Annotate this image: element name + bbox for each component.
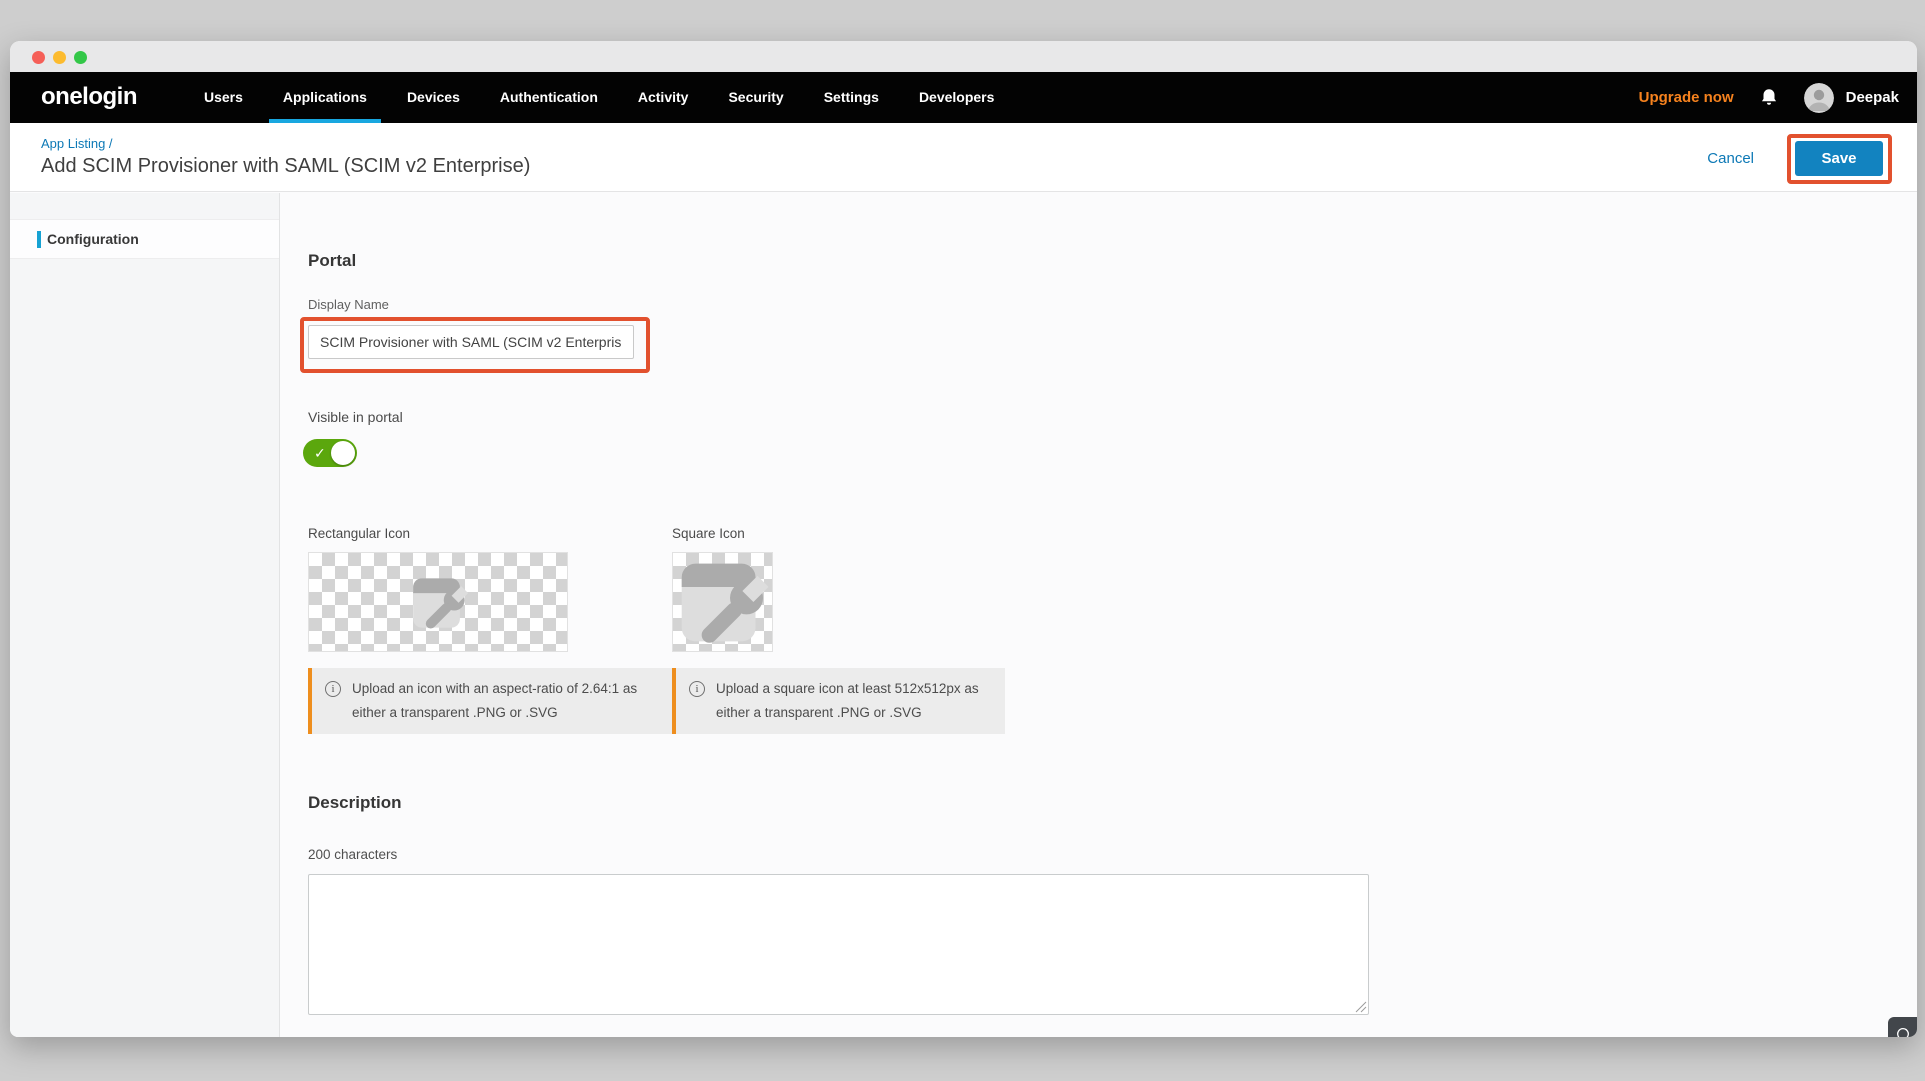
square-icon-hint: i Upload a square icon at least 512x512p…	[672, 668, 1005, 734]
upgrade-now-link[interactable]: Upgrade now	[1639, 89, 1734, 106]
rectangular-icon-label: Rectangular Icon	[308, 526, 410, 541]
close-icon[interactable]	[32, 51, 45, 64]
hint-text: Upload a square icon at least 512x512px …	[716, 677, 979, 725]
visible-in-portal-toggle[interactable]: ✓	[303, 439, 357, 467]
description-textarea[interactable]	[308, 874, 1369, 1015]
top-navbar: onelogin Users Applications Devices Auth…	[10, 72, 1917, 123]
maximize-icon[interactable]	[74, 51, 87, 64]
nav-item-devices[interactable]: Devices	[387, 72, 480, 123]
user-menu[interactable]: Deepak	[1804, 83, 1899, 113]
onelogin-logo[interactable]: onelogin	[41, 83, 137, 111]
square-icon-label: Square Icon	[672, 526, 745, 541]
avatar	[1804, 83, 1834, 113]
sidebar: Configuration	[10, 193, 280, 1037]
save-button[interactable]: Save	[1795, 141, 1883, 176]
info-icon: i	[689, 681, 705, 697]
navbar-right: Upgrade now Deepak	[1639, 72, 1899, 123]
nav-item-applications[interactable]: Applications	[263, 72, 387, 123]
lightbulb-icon	[1895, 1026, 1911, 1037]
nav-item-authentication[interactable]: Authentication	[480, 72, 618, 123]
page-header: App Listing / Add SCIM Provisioner with …	[10, 123, 1917, 192]
bell-icon[interactable]	[1758, 87, 1780, 109]
main-content: Portal Display Name Visible in portal ✓ …	[281, 193, 1917, 1037]
visible-in-portal-label: Visible in portal	[308, 409, 403, 425]
display-name-input[interactable]	[308, 325, 634, 359]
description-heading: Description	[308, 793, 402, 813]
portal-heading: Portal	[308, 251, 356, 271]
toggle-knob	[331, 441, 355, 465]
info-icon: i	[325, 681, 341, 697]
rectangular-icon-upload[interactable]	[308, 552, 568, 652]
macos-titlebar	[10, 41, 1917, 72]
check-icon: ✓	[314, 445, 326, 462]
sidebar-item-configuration[interactable]: Configuration	[10, 219, 279, 259]
display-name-label: Display Name	[308, 297, 389, 312]
breadcrumb[interactable]: App Listing /	[41, 136, 113, 151]
help-lightbulb-button[interactable]	[1888, 1017, 1917, 1037]
nav-menu: Users Applications Devices Authenticatio…	[184, 72, 1014, 123]
minimize-icon[interactable]	[53, 51, 66, 64]
character-count-label: 200 characters	[308, 847, 397, 862]
hint-text: Upload an icon with an aspect-ratio of 2…	[352, 677, 637, 725]
nav-item-activity[interactable]: Activity	[618, 72, 709, 123]
user-name: Deepak	[1846, 89, 1899, 106]
nav-item-security[interactable]: Security	[708, 72, 803, 123]
cancel-button[interactable]: Cancel	[1707, 150, 1754, 167]
app-window: onelogin Users Applications Devices Auth…	[10, 41, 1917, 1037]
page-title: Add SCIM Provisioner with SAML (SCIM v2 …	[41, 155, 530, 178]
nav-item-developers[interactable]: Developers	[899, 72, 1014, 123]
rect-icon-hint: i Upload an icon with an aspect-ratio of…	[308, 668, 703, 734]
active-indicator-bar	[37, 231, 41, 248]
sidebar-item-label: Configuration	[47, 231, 139, 247]
nav-item-settings[interactable]: Settings	[804, 72, 899, 123]
nav-item-users[interactable]: Users	[184, 72, 263, 123]
square-icon-upload[interactable]	[672, 552, 773, 652]
